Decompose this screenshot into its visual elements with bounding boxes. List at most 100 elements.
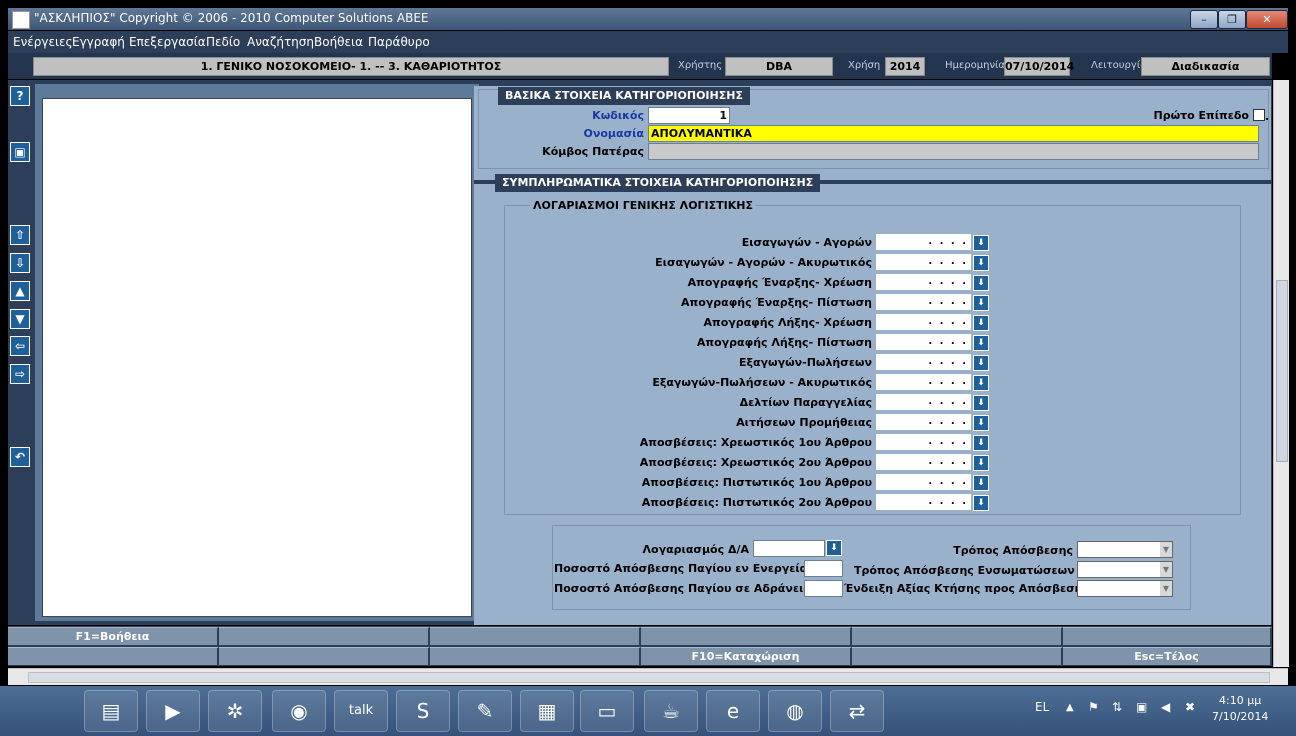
network-tray-icon[interactable]: ▣ <box>1136 700 1147 714</box>
account-field[interactable]: . . . . <box>876 274 971 290</box>
account-field[interactable]: . . . . <box>876 494 971 510</box>
account-lookup-button[interactable]: ⬇ <box>973 315 989 331</box>
code-field[interactable]: 1 <box>648 107 730 124</box>
fkey-blank[interactable] <box>8 647 219 665</box>
account-field[interactable]: . . . . <box>876 414 971 430</box>
account-field[interactable]: . . . . <box>876 314 971 330</box>
account-lookup-button[interactable]: ⬇ <box>973 415 989 431</box>
flag-icon[interactable]: ⚑ <box>1088 700 1099 714</box>
last-record-button[interactable]: ⇩ <box>10 253 30 273</box>
pct-active-field[interactable] <box>804 560 843 577</box>
account-field[interactable]: . . . . <box>876 234 971 250</box>
tray-expand-icon[interactable]: ▲ <box>1066 702 1074 713</box>
save-icon[interactable]: ▣ <box>10 142 30 162</box>
sticky-notes-icon[interactable]: ✎ <box>458 690 512 732</box>
file-explorer-icon[interactable]: ▤ <box>84 690 138 732</box>
maximize-button[interactable]: ❐ <box>1218 10 1246 29</box>
value-indication-select[interactable]: ▼ <box>1077 580 1173 597</box>
minimize-button[interactable]: – <box>1190 10 1218 29</box>
account-lookup-button[interactable]: ⬇ <box>973 275 989 291</box>
fkey-blank[interactable] <box>852 647 1063 665</box>
fkey-f10-save[interactable]: F10=Καταχώριση <box>641 647 852 665</box>
skype-icon[interactable]: S <box>396 690 450 732</box>
media-player-icon[interactable]: ▶ <box>146 690 200 732</box>
prev-record-button[interactable]: ▲ <box>10 281 30 301</box>
java-icon[interactable]: ☕ <box>644 690 698 732</box>
undo-icon[interactable]: ↶ <box>10 447 30 467</box>
arrow-left-icon[interactable]: ⇦ <box>10 336 30 356</box>
menu-search[interactable]: Αναζήτηση <box>247 35 314 49</box>
pct-idle-field[interactable] <box>804 580 843 597</box>
account-lookup-button[interactable]: ⬇ <box>973 255 989 271</box>
title-bar[interactable]: "ΑΣΚΛΗΠΙΟΣ" Copyright © 2006 - 2010 Comp… <box>8 8 1288 30</box>
scroll-thumb[interactable] <box>1276 280 1288 462</box>
account-lookup-button[interactable]: ⬇ <box>973 375 989 391</box>
depr-account-lookup-button[interactable]: ⬇ <box>826 540 842 556</box>
firefox-icon[interactable]: ◍ <box>768 690 822 732</box>
account-field[interactable]: . . . . <box>876 394 971 410</box>
account-lookup-button[interactable]: ⬇ <box>973 435 989 451</box>
fkey-blank[interactable] <box>219 647 430 665</box>
security-icon[interactable]: ✖ <box>1185 700 1195 714</box>
sync-icon[interactable]: ⇅ <box>1112 700 1122 714</box>
fkey-esc-exit[interactable]: Esc=Τέλος <box>1063 647 1272 665</box>
fkey-blank[interactable] <box>1063 627 1272 645</box>
menu-record[interactable]: Εγγραφή <box>72 35 125 49</box>
account-lookup-button[interactable]: ⬇ <box>973 475 989 491</box>
horizontal-scrollbar[interactable] <box>8 668 1288 685</box>
account-field[interactable]: . . . . <box>876 294 971 310</box>
first-level-checkbox[interactable] <box>1253 109 1265 121</box>
account-field[interactable]: . . . . <box>876 354 971 370</box>
account-lookup-button[interactable]: ⬇ <box>973 455 989 471</box>
account-field[interactable]: . . . . <box>876 434 971 450</box>
arrow-right-icon[interactable]: ⇨ <box>10 364 30 384</box>
chrome-icon[interactable]: ◉ <box>272 690 326 732</box>
menu-actions[interactable]: Ενέργειες <box>13 35 73 49</box>
fkey-blank[interactable] <box>641 627 852 645</box>
fkey-blank[interactable] <box>852 627 1063 645</box>
next-record-button[interactable]: ▼ <box>10 309 30 329</box>
account-field[interactable]: . . . . <box>876 374 971 390</box>
account-field[interactable]: . . . . <box>876 454 971 470</box>
network-icon[interactable]: ✲ <box>208 690 262 732</box>
help-button[interactable]: ? <box>10 86 30 106</box>
menu-window[interactable]: Παράθυρο <box>368 35 430 49</box>
fkey-blank[interactable] <box>219 627 430 645</box>
account-lookup-button[interactable]: ⬇ <box>973 395 989 411</box>
clock-time[interactable]: 4:10 μμ <box>1219 694 1261 707</box>
notepad-icon[interactable]: ▭ <box>580 690 634 732</box>
menu-help[interactable]: Βοήθεια <box>314 35 363 49</box>
fkey-blank[interactable] <box>430 647 641 665</box>
account-label: Απογραφής Έναρξης- Χρέωση <box>687 276 872 289</box>
teamviewer-icon[interactable]: ⇄ <box>830 690 884 732</box>
close-button[interactable]: ✕ <box>1246 10 1288 29</box>
talk-icon[interactable]: talk <box>334 690 388 732</box>
ie-icon[interactable]: e <box>706 690 760 732</box>
first-record-button[interactable]: ⇧ <box>10 225 30 245</box>
language-indicator[interactable]: EL <box>1035 700 1049 714</box>
clock-date[interactable]: 7/10/2014 <box>1212 710 1268 723</box>
fkey-f1-help[interactable]: F1=Βοήθεια <box>8 627 219 645</box>
account-lookup-button[interactable]: ⬇ <box>973 335 989 351</box>
depr-account-field[interactable] <box>753 540 825 557</box>
embedded-method-select[interactable]: ▼ <box>1077 561 1173 578</box>
method-select[interactable]: ▼ <box>1077 541 1173 558</box>
calculator-icon[interactable]: ▦ <box>520 690 574 732</box>
volume-icon[interactable]: ◀ <box>1161 700 1170 714</box>
parent-node-field[interactable] <box>648 143 1259 160</box>
hscroll-thumb[interactable] <box>28 672 1270 683</box>
function-keys-bar: F1=Βοήθεια F10=Καταχώριση Esc=Τέλος <box>8 626 1272 666</box>
account-lookup-button[interactable]: ⬇ <box>973 355 989 371</box>
category-tree-panel[interactable] <box>42 98 472 617</box>
vertical-scrollbar[interactable] <box>1273 80 1289 667</box>
account-field[interactable]: . . . . <box>876 334 971 350</box>
menu-field[interactable]: Πεδίο <box>206 35 240 49</box>
name-field[interactable]: ΑΠΟΛΥΜΑΝΤΙΚΑ <box>648 125 1259 142</box>
account-lookup-button[interactable]: ⬇ <box>973 495 989 511</box>
account-lookup-button[interactable]: ⬇ <box>973 235 989 251</box>
menu-edit[interactable]: Επεξεργασία <box>129 35 206 49</box>
account-field[interactable]: . . . . <box>876 254 971 270</box>
account-lookup-button[interactable]: ⬇ <box>973 295 989 311</box>
account-field[interactable]: . . . . <box>876 474 971 490</box>
fkey-blank[interactable] <box>430 627 641 645</box>
